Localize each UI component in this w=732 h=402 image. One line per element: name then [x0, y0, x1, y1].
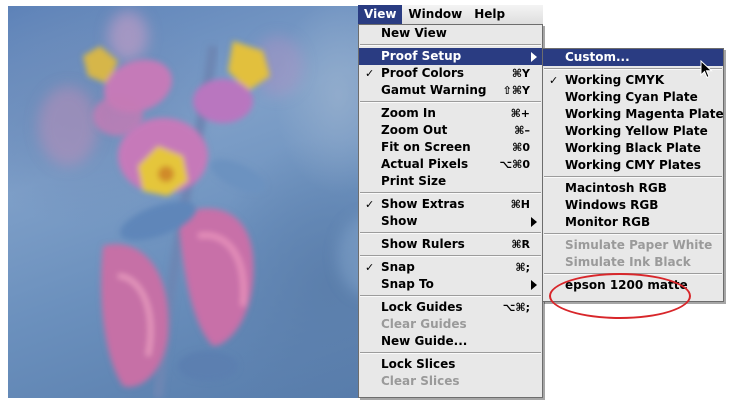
menu-item-print-size[interactable]: Print Size	[359, 173, 542, 190]
submenu-item-windows-rgb[interactable]: Windows RGB	[543, 197, 723, 214]
submenu-item-monitor-rgb[interactable]: Monitor RGB	[543, 214, 723, 231]
menu-item-label: Print Size	[381, 174, 447, 188]
menu-item-label: Show Rulers	[381, 237, 465, 251]
menu-item-label: Working CMY Plates	[565, 158, 702, 172]
submenu-item-working-cmyk[interactable]: ✓ Working CMYK	[543, 72, 723, 89]
flower-photo	[8, 6, 408, 398]
checkmark-icon: ✓	[365, 261, 375, 274]
menu-item-new-view[interactable]: New View	[359, 25, 542, 42]
menu-item-shortcut: ⌘H	[510, 198, 530, 211]
menu-item-shortcut: ⌘R	[511, 238, 530, 251]
arrow-pointer-icon	[700, 60, 713, 79]
menu-item-snap[interactable]: ✓ Snap ⌘;	[359, 259, 542, 276]
menu-item-show[interactable]: Show	[359, 213, 542, 230]
menu-view[interactable]: View	[358, 5, 403, 24]
proof-setup-submenu: Custom... ✓ Working CMYK Working Cyan Pla…	[542, 48, 724, 302]
menu-item-label: Working CMYK	[565, 73, 665, 87]
menu-item-fit-on-screen[interactable]: Fit on Screen ⌘0	[359, 139, 542, 156]
menu-item-shortcut: ⌥⌘0	[499, 158, 530, 171]
annotation-oval	[549, 273, 691, 319]
menu-item-actual-pixels[interactable]: Actual Pixels ⌥⌘0	[359, 156, 542, 173]
submenu-item-working-yellow-plate[interactable]: Working Yellow Plate	[543, 123, 723, 140]
menu-item-proof-colors[interactable]: ✓ Proof Colors ⌘Y	[359, 65, 542, 82]
menu-item-label: Show	[381, 214, 418, 228]
menu-item-label: Zoom In	[381, 106, 436, 120]
submenu-arrow-icon	[531, 52, 537, 62]
view-menu: New View Proof Setup ✓ Proof Colors ⌘Y Gam…	[358, 24, 543, 398]
menu-item-label: Snap	[381, 260, 415, 274]
menu-help[interactable]: Help	[468, 5, 511, 24]
checkmark-icon: ✓	[549, 74, 559, 87]
menu-item-label: New View	[381, 26, 447, 40]
submenu-item-simulate-ink-black: Simulate Ink Black	[543, 254, 723, 271]
menu-item-shortcut: ⌘+	[510, 107, 530, 120]
menu-item-label: Custom...	[565, 50, 630, 64]
menu-item-shortcut: ⌥⌘;	[502, 301, 530, 314]
menu-item-label: Fit on Screen	[381, 140, 471, 154]
submenu-item-working-black-plate[interactable]: Working Black Plate	[543, 140, 723, 157]
menu-item-shortcut: ⇧⌘Y	[502, 84, 530, 97]
menu-item-clear-guides: Clear Guides	[359, 316, 542, 333]
menu-item-label: Working Yellow Plate	[565, 124, 708, 138]
menu-bar: View Window Help	[358, 5, 543, 25]
menu-item-lock-guides[interactable]: Lock Guides ⌥⌘;	[359, 299, 542, 316]
menu-item-lock-slices[interactable]: Lock Slices	[359, 356, 542, 373]
menu-item-label: Lock Guides	[381, 300, 463, 314]
menu-item-label: Clear Guides	[381, 317, 467, 331]
submenu-item-working-magenta-plate[interactable]: Working Magenta Plate	[543, 106, 724, 123]
submenu-arrow-icon	[531, 280, 537, 290]
menu-item-label: Show Extras	[381, 197, 465, 211]
menu-item-label: Working Magenta Plate	[565, 107, 724, 121]
menu-item-label: Working Black Plate	[565, 141, 701, 155]
menu-item-label: Actual Pixels	[381, 157, 469, 171]
menu-item-clear-slices: Clear Slices	[359, 373, 542, 390]
menu-item-shortcut: ⌘;	[515, 261, 530, 274]
submenu-item-custom[interactable]: Custom...	[543, 49, 723, 66]
checkmark-icon: ✓	[365, 198, 375, 211]
menu-item-shortcut: ⌘0	[512, 141, 530, 154]
menu-item-zoom-in[interactable]: Zoom In ⌘+	[359, 105, 542, 122]
menu-item-show-extras[interactable]: ✓ Show Extras ⌘H	[359, 196, 542, 213]
submenu-item-macintosh-rgb[interactable]: Macintosh RGB	[543, 180, 723, 197]
menu-item-label: Proof Colors	[381, 66, 465, 80]
checkmark-icon: ✓	[365, 67, 375, 80]
menu-item-new-guide[interactable]: New Guide...	[359, 333, 542, 350]
submenu-item-working-cmy-plates[interactable]: Working CMY Plates	[543, 157, 723, 174]
menu-item-label: Simulate Paper White	[565, 238, 713, 252]
menu-item-label: Lock Slices	[381, 357, 456, 371]
menu-item-label: Snap To	[381, 277, 434, 291]
submenu-item-working-cyan-plate[interactable]: Working Cyan Plate	[543, 89, 723, 106]
menu-item-label: Proof Setup	[381, 49, 462, 63]
menu-item-label: Working Cyan Plate	[565, 90, 698, 104]
submenu-item-simulate-paper-white: Simulate Paper White	[543, 237, 723, 254]
menu-item-gamut-warning[interactable]: Gamut Warning ⇧⌘Y	[359, 82, 542, 99]
menu-item-label: Macintosh RGB	[565, 181, 667, 195]
flower-illustration	[38, 11, 398, 398]
menu-window[interactable]: Window	[402, 5, 468, 24]
menu-item-shortcut: ⌘Y	[511, 67, 530, 80]
menu-item-label: Gamut Warning	[381, 83, 487, 97]
menu-item-label: New Guide...	[381, 334, 468, 348]
menu-item-show-rulers[interactable]: Show Rulers ⌘R	[359, 236, 542, 253]
menu-item-label: Zoom Out	[381, 123, 448, 137]
menu-item-label: Clear Slices	[381, 374, 460, 388]
menu-item-label: Simulate Ink Black	[565, 255, 691, 269]
menu-item-label: Monitor RGB	[565, 215, 651, 229]
menu-item-snap-to[interactable]: Snap To	[359, 276, 542, 293]
menu-item-label: Windows RGB	[565, 198, 659, 212]
menu-item-proof-setup[interactable]: Proof Setup	[359, 48, 542, 65]
menu-item-zoom-out[interactable]: Zoom Out ⌘–	[359, 122, 542, 139]
submenu-arrow-icon	[531, 217, 537, 227]
menu-item-shortcut: ⌘–	[514, 124, 530, 137]
